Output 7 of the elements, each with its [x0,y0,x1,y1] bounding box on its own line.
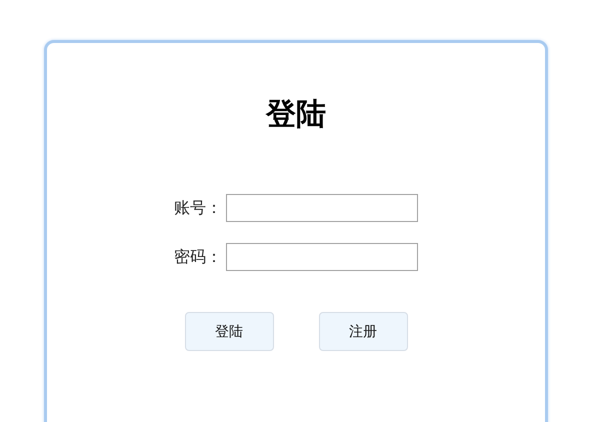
login-button[interactable]: 登陆 [184,312,274,351]
login-title: 登陆 [266,97,326,133]
field-label: 账号： [174,198,222,218]
input-field[interactable] [226,194,418,222]
register-button[interactable]: 注册 [318,312,408,351]
input-field[interactable] [226,243,418,271]
field-label: 密码： [174,246,222,268]
